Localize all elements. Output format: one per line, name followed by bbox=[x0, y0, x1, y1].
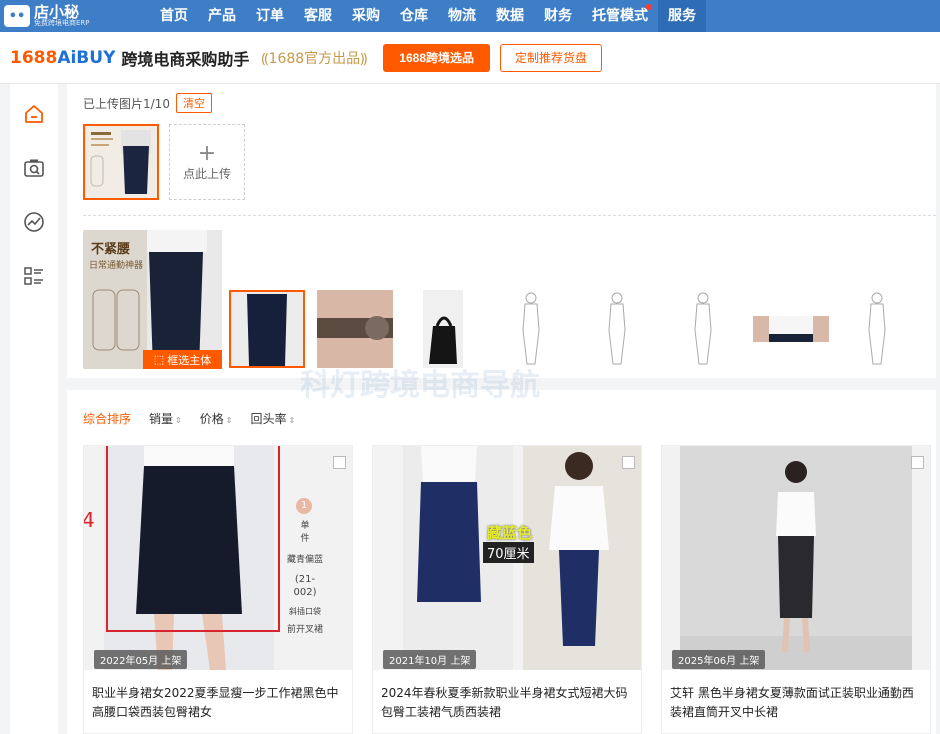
nav-customer-service[interactable]: 客服 bbox=[294, 0, 342, 32]
logo-text: 店小秘 免费跨境电商ERP bbox=[34, 5, 90, 27]
uploaded-image-thumbnail[interactable] bbox=[83, 124, 159, 200]
home-icon[interactable] bbox=[22, 102, 46, 126]
product-card[interactable]: 藏蓝色 70厘米 2021年10月 上架 2024年春秋夏季新款职业半身裙女式短… bbox=[372, 445, 642, 734]
trend-icon[interactable] bbox=[22, 210, 46, 234]
image-caption-1: 不紧腰 bbox=[91, 242, 131, 257]
listing-date-badge: 2022年05月 上架 bbox=[94, 650, 188, 669]
nav-hosting-mode[interactable]: 托管模式 bbox=[582, 0, 658, 32]
upload-label: 点此上传 bbox=[182, 166, 231, 181]
camera-search-icon[interactable] bbox=[22, 156, 46, 180]
clear-button[interactable]: 清空 bbox=[175, 93, 212, 113]
side-text-6: 前开叉裙 bbox=[286, 625, 323, 635]
brand-aibuy: AiBUY bbox=[57, 47, 116, 68]
side-text-1: 单 bbox=[300, 521, 310, 531]
official-badge: ⸨1688官方出品⸩ bbox=[261, 48, 367, 68]
upload-status: 已上传图片1/10 清空 bbox=[83, 93, 212, 113]
crop-candidate-bag[interactable] bbox=[423, 290, 463, 368]
logo-mark-icon: •• bbox=[4, 5, 30, 27]
sort-arrows-icon: ⇕ bbox=[288, 416, 296, 425]
nav-products[interactable]: 产品 bbox=[198, 0, 246, 32]
search-results-panel: 综合排序 销量 ⇕ 价格 ⇕ 回头率 ⇕ 4 1 单 件 藏青偏蓝 (21-002) … bbox=[67, 390, 936, 734]
top-navigation: •• 店小秘 免费跨境电商ERP 首页 产品 订单 客服 采购 仓库 物流 数据… bbox=[0, 0, 940, 32]
color-overlay-label: 藏蓝色 bbox=[487, 524, 533, 542]
image-upload-panel: 已上传图片1/10 清空 + 点此上传 不紧腰 日常通勤神器 ⬚ 框选主体 bbox=[67, 84, 936, 378]
annotation-number: 4 bbox=[83, 508, 95, 532]
select-checkbox[interactable] bbox=[622, 456, 635, 469]
side-text-5: 斜插口袋 bbox=[289, 607, 321, 616]
sort-price[interactable]: 价格 ⇕ bbox=[200, 410, 233, 427]
side-text-4: (21-002) bbox=[293, 574, 317, 598]
nav-orders[interactable]: 订单 bbox=[246, 0, 294, 32]
laurel-right-icon: ⸩ bbox=[360, 50, 368, 67]
frame-subject-label: 框选主体 bbox=[167, 353, 212, 367]
custom-recommendation-button[interactable]: 定制推荐货盘 bbox=[500, 43, 603, 72]
crop-candidate-waistband[interactable] bbox=[753, 316, 829, 342]
logo-title: 店小秘 bbox=[34, 3, 80, 21]
nav-finance[interactable]: 财务 bbox=[534, 0, 582, 32]
logo-subtitle: 免费跨境电商ERP bbox=[34, 19, 90, 27]
upload-button[interactable]: + 点此上传 bbox=[169, 124, 245, 200]
product-image[interactable] bbox=[662, 446, 930, 670]
nav-hosting-label: 托管模式 bbox=[592, 8, 648, 24]
sort-sales-label: 销量 bbox=[149, 412, 174, 426]
notification-dot bbox=[646, 4, 652, 10]
product-side-text: 单 件 藏青偏蓝 (21-002) 斜插口袋 前开叉裙 bbox=[284, 520, 326, 637]
logo-mark: •• bbox=[8, 8, 26, 24]
sort-price-label: 价格 bbox=[199, 412, 224, 426]
plugin-title: 跨境电商采购助手 bbox=[121, 49, 250, 69]
crop-candidate-figure-2[interactable] bbox=[599, 290, 635, 368]
plugin-header: 1688AiBUY 跨境电商采购助手 ⸨1688官方出品⸩ 1688跨境选品 定… bbox=[0, 32, 940, 84]
image-caption-2: 日常通勤神器 bbox=[89, 261, 144, 271]
nav-services[interactable]: 服务 bbox=[658, 0, 706, 32]
product-title[interactable]: 艾轩 黑色半身裙女夏薄款面试正装职业通勤西装裙直筒开叉中长裙 bbox=[670, 684, 924, 722]
plus-icon: + bbox=[197, 140, 217, 166]
product-card[interactable]: 2025年06月 上架 艾轩 黑色半身裙女夏薄款面试正装职业通勤西装裙直筒开叉中… bbox=[661, 445, 931, 734]
sort-repurchase[interactable]: 回头率 ⇕ bbox=[250, 410, 295, 427]
step-badge: 1 bbox=[296, 498, 312, 514]
sort-sales[interactable]: 销量 ⇕ bbox=[149, 410, 182, 427]
annotation-box bbox=[106, 446, 280, 632]
laurel-left-icon: ⸨ bbox=[261, 50, 269, 67]
product-title[interactable]: 2024年春秋夏季新款职业半身裙女式短裙大码包臀工装裙气质西装裙 bbox=[381, 684, 635, 722]
nav-purchase[interactable]: 采购 bbox=[342, 0, 390, 32]
side-text-2: 件 bbox=[300, 534, 310, 544]
crop-candidate-watch[interactable] bbox=[317, 290, 393, 368]
listing-date-badge: 2025年06月 上架 bbox=[672, 650, 766, 669]
official-label: 1688官方出品 bbox=[268, 50, 361, 67]
frame-subject-button[interactable]: ⬚ 框选主体 bbox=[143, 350, 222, 369]
list-grid-icon[interactable] bbox=[22, 264, 46, 288]
side-text-3: 藏青偏蓝 bbox=[286, 555, 323, 565]
crop-candidate-figure-3[interactable] bbox=[685, 290, 721, 368]
length-overlay-label: 70厘米 bbox=[483, 542, 534, 563]
nav-logistics[interactable]: 物流 bbox=[438, 0, 486, 32]
sort-comprehensive[interactable]: 综合排序 bbox=[83, 410, 131, 427]
nav-warehouse[interactable]: 仓库 bbox=[390, 0, 438, 32]
brand-logo: 1688AiBUY bbox=[10, 48, 115, 68]
crop-candidate-figure-4[interactable] bbox=[859, 290, 895, 368]
upload-count: 已上传图片1/10 bbox=[83, 96, 170, 111]
crop-candidate-figure-1[interactable] bbox=[513, 290, 549, 368]
sort-repurchase-label: 回头率 bbox=[250, 412, 287, 426]
nav-data[interactable]: 数据 bbox=[486, 0, 534, 32]
sort-arrows-icon: ⇕ bbox=[175, 416, 182, 425]
select-checkbox[interactable] bbox=[911, 456, 924, 469]
select-checkbox[interactable] bbox=[333, 456, 346, 469]
nav-home[interactable]: 首页 bbox=[150, 0, 198, 32]
brand-1688: 1688 bbox=[10, 47, 58, 68]
nav-menu: 首页 产品 订单 客服 采购 仓库 物流 数据 财务 托管模式 服务 bbox=[150, 0, 706, 32]
crop-icon: ⬚ bbox=[153, 353, 165, 366]
main-subject-image[interactable]: 不紧腰 日常通勤神器 bbox=[83, 230, 222, 369]
left-sidebar bbox=[10, 84, 58, 734]
product-card[interactable]: 4 1 单 件 藏青偏蓝 (21-002) 斜插口袋 前开叉裙 2022年05月… bbox=[83, 445, 353, 734]
sort-arrows-icon: ⇕ bbox=[225, 416, 233, 425]
app-logo[interactable]: •• 店小秘 免费跨境电商ERP bbox=[0, 0, 150, 32]
product-title[interactable]: 职业半身裙女2022夏季显瘦一步工作裙黑色中高腰口袋西装包臀裙女 bbox=[92, 684, 346, 722]
crop-candidate-skirt[interactable] bbox=[229, 290, 305, 368]
section-divider bbox=[83, 215, 936, 216]
cross-border-selection-button[interactable]: 1688跨境选品 bbox=[383, 43, 490, 72]
listing-date-badge: 2021年10月 上架 bbox=[383, 650, 477, 669]
sort-bar: 综合排序 销量 ⇕ 价格 ⇕ 回头率 ⇕ bbox=[83, 410, 313, 427]
